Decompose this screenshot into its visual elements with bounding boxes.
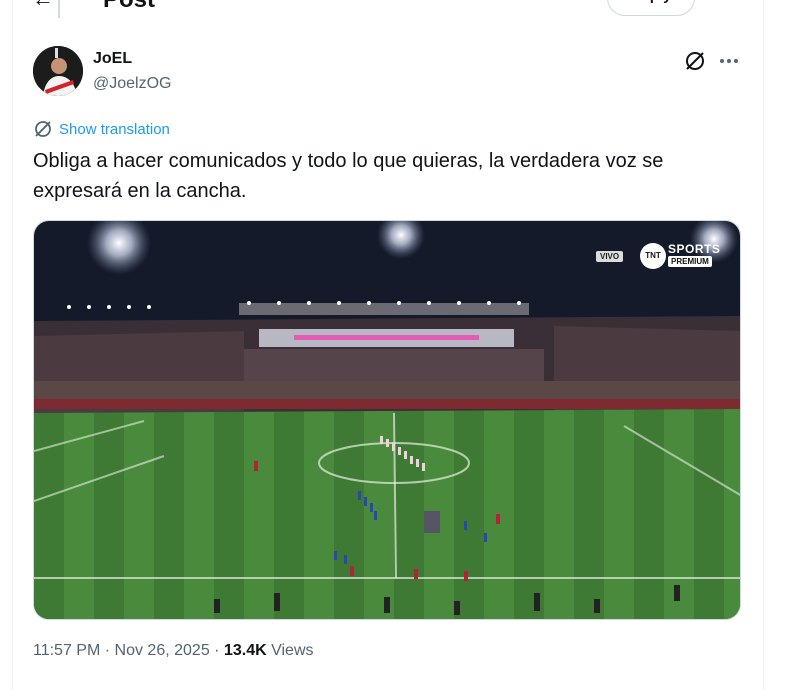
thread-connector-line: [58, 0, 60, 18]
stadium-photo[interactable]: VIVO TNT SPORTS PREMIUM: [33, 220, 741, 620]
page-title: Post: [103, 0, 155, 14]
views-count: 13.4K: [223, 642, 267, 659]
author-display-name[interactable]: JoEL: [93, 50, 132, 68]
tweet-text: Obliga a hacer comunicados y todo lo que…: [33, 150, 664, 202]
show-translation-label[interactable]: Show translation: [59, 121, 170, 138]
post-time[interactable]: 11:57 PM: [33, 642, 100, 659]
more-horizontal-icon[interactable]: [718, 50, 740, 72]
show-translation-link[interactable]: Show translation: [33, 119, 170, 139]
broadcast-logo: TNT: [640, 243, 666, 269]
author-handle[interactable]: @JoelzOG: [93, 75, 171, 93]
meta-separator: ·: [214, 642, 220, 659]
stadium-image: [34, 221, 740, 619]
adjust-icon[interactable]: [733, 0, 755, 4]
post-date[interactable]: Nov 26, 2025: [115, 642, 210, 659]
grok-icon[interactable]: [684, 50, 706, 72]
arrow-left-icon[interactable]: ←: [32, 0, 54, 12]
top-header: ← Post Reply: [0, 0, 785, 22]
broadcast-sports-label: SPORTS: [668, 242, 721, 256]
reply-button[interactable]: Reply: [607, 0, 695, 16]
avatar[interactable]: [33, 46, 83, 96]
views-label: Views: [271, 642, 314, 659]
meta-separator: ·: [104, 642, 111, 659]
tweet-meta: 11:57 PM · Nov 26, 2025 · 13.4K Views: [33, 642, 314, 660]
broadcast-live-badge: VIVO: [596, 251, 624, 262]
translate-icon: [35, 121, 51, 137]
broadcast-premium-label: PREMIUM: [668, 256, 712, 267]
